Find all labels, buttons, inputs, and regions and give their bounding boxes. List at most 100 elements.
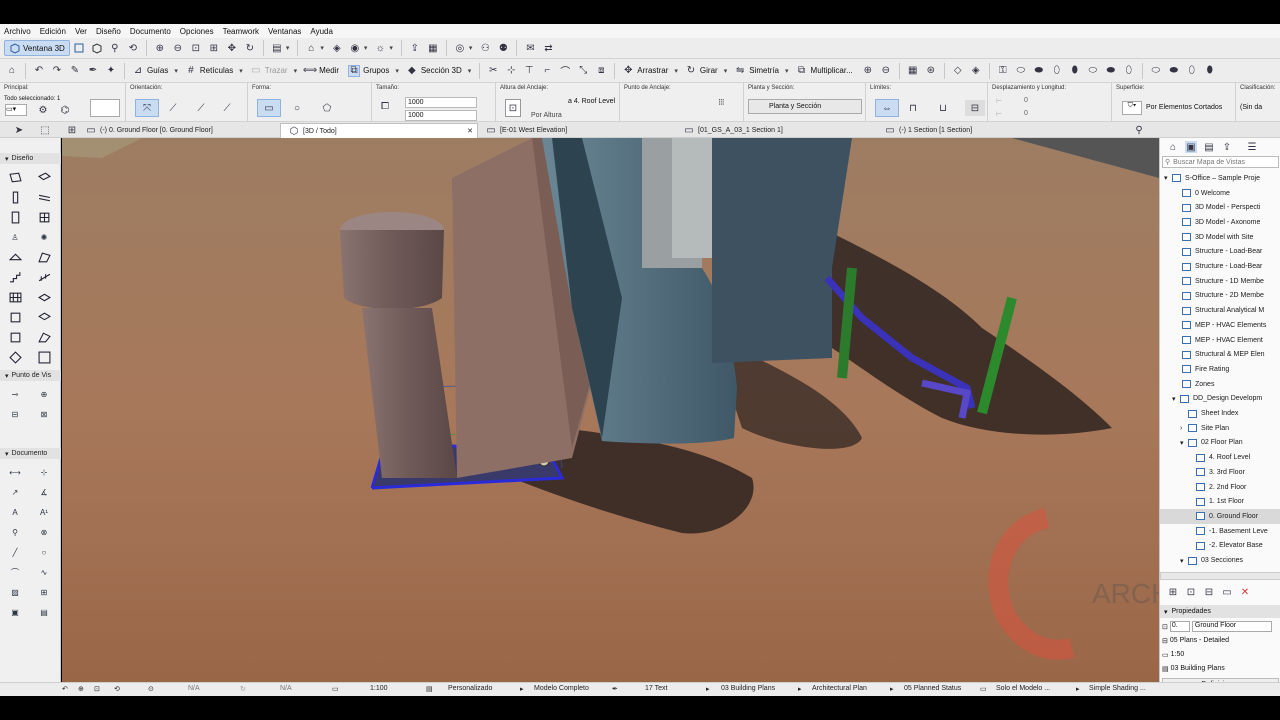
curtain-panel-tool-icon[interactable] <box>7 349 23 365</box>
tree-item[interactable]: 3D Model - Axonome <box>1160 215 1280 230</box>
tree-item[interactable]: ▾ 02 Floor Plan <box>1160 436 1280 451</box>
size-a-field[interactable]: 1000 <box>405 97 477 108</box>
morph-smooth-icon[interactable]: ⬬ <box>1105 65 1117 77</box>
pointer-tool-icon[interactable]: ➤ <box>13 124 25 136</box>
tree-item[interactable]: Structure - 1D Membe <box>1160 274 1280 289</box>
view-map-icon[interactable]: ▣ <box>1185 141 1197 153</box>
mirror-dropdown-icon[interactable]: ▾ <box>785 67 789 75</box>
window-3d-button[interactable]: Ventana 3D <box>4 40 70 56</box>
polygon-shape-icon[interactable]: ⬠ <box>321 102 333 114</box>
rotate-dropdown-icon[interactable]: ▾ <box>724 67 728 75</box>
anchor-height-icon[interactable]: ⊡ <box>505 99 521 117</box>
tree-item[interactable]: › Site Plan <box>1160 421 1280 436</box>
tree-item[interactable]: Structural Analytical M <box>1160 303 1280 318</box>
section3d-button[interactable]: Sección 3D <box>421 66 462 75</box>
label-tool-icon[interactable]: A¹ <box>36 504 52 520</box>
expand-icon[interactable]: ▾ <box>1164 174 1172 182</box>
offset-a-field[interactable]: 0 <box>1024 97 1028 104</box>
publish-icon[interactable]: ⇪ <box>409 42 421 54</box>
morph-icon[interactable]: ⬭ <box>1015 65 1027 77</box>
morph-pull-icon[interactable]: ⬯ <box>1051 65 1063 77</box>
3d-window-icon[interactable] <box>91 42 103 54</box>
message-icon[interactable]: ✉ <box>524 42 536 54</box>
menu-diseno[interactable]: Diseño <box>96 27 121 36</box>
shell-tool-icon[interactable] <box>36 249 52 265</box>
object-tool-icon[interactable]: ♙ <box>7 229 23 245</box>
menu-archivo[interactable]: Archivo <box>4 27 31 36</box>
expand-icon[interactable]: › <box>1180 425 1188 432</box>
skylight-tool-icon[interactable] <box>7 309 23 325</box>
menu-opciones[interactable]: Opciones <box>180 27 214 36</box>
beam-tool-icon[interactable] <box>36 189 52 205</box>
adjust-icon[interactable]: ⊹ <box>505 65 517 77</box>
renovation-icon[interactable]: ◈ <box>970 65 982 77</box>
fit-window-icon[interactable]: ⊡ <box>190 42 202 54</box>
new-folder-icon[interactable]: ⊞ <box>1167 586 1179 598</box>
tree-item-selected[interactable]: 0. Ground Floor <box>1160 509 1280 524</box>
menu-teamwork[interactable]: Teamwork <box>223 27 259 36</box>
drawing-tool-icon[interactable]: ▤ <box>36 604 52 620</box>
settings-icon[interactable]: ▭ <box>1221 586 1233 598</box>
model-view-icon[interactable]: ◇ <box>952 65 964 77</box>
tab-1-section[interactable]: ▭ (-) 1 Section [1 Section] <box>877 123 1073 138</box>
dimension-style[interactable]: Architectural Plan <box>812 685 867 692</box>
intersect-icon[interactable]: ⌐ <box>541 65 553 77</box>
door-tool-icon[interactable] <box>7 209 23 225</box>
redo-icon[interactable]: ↷ <box>51 65 63 77</box>
menu-ventanas[interactable]: Ventanas <box>268 27 301 36</box>
layers-dropdown-icon[interactable]: ▾ <box>286 44 290 52</box>
building-dropdown-icon[interactable]: ▾ <box>320 44 324 52</box>
measure-button[interactable]: Medir <box>319 66 339 75</box>
tree-item[interactable]: MEP - HVAC Element <box>1160 333 1280 348</box>
by-height-label[interactable]: Por Altura <box>531 112 562 119</box>
property-id-field[interactable]: 0. <box>1169 621 1190 632</box>
morph-curve-icon[interactable]: ⬭ <box>1087 65 1099 77</box>
tree-item[interactable]: -1. Basement Leve <box>1160 524 1280 539</box>
zoom-previous-icon[interactable]: ⊞ <box>208 42 220 54</box>
railing-tool-icon[interactable] <box>36 269 52 285</box>
wall-tool-icon[interactable] <box>7 169 23 185</box>
magic-wand-icon[interactable]: ✦ <box>105 65 117 77</box>
groups-button[interactable]: Grupos <box>363 66 389 75</box>
layout-icon[interactable]: ▦ <box>427 42 439 54</box>
home-icon[interactable]: ⌂ <box>6 65 18 77</box>
menu-edicion[interactable]: Edición <box>40 27 66 36</box>
stair-tool-icon[interactable] <box>7 269 23 285</box>
render-icon[interactable]: ◈ <box>331 42 343 54</box>
plan-view-selector[interactable] <box>90 99 120 117</box>
model-view-option[interactable]: Modelo Completo <box>534 685 589 692</box>
column-tool-icon[interactable] <box>7 189 23 205</box>
tree-item[interactable]: MEP - HVAC Elements <box>1160 318 1280 333</box>
zoom-in-icon[interactable]: ⊕ <box>78 685 84 693</box>
text-tool-icon[interactable]: A <box>7 504 23 520</box>
navigator-search[interactable]: ⚲ Buscar Mapa de Vistas <box>1162 156 1279 168</box>
zoom-in-icon[interactable]: ⊕ <box>154 42 166 54</box>
grids-button[interactable]: Retículas <box>200 66 233 75</box>
surface-picker[interactable]: ⛉▾ <box>1122 101 1142 115</box>
solid-union-icon[interactable]: ⬭ <box>1150 65 1162 77</box>
rotate-icon[interactable]: ↻ <box>240 685 246 693</box>
grids-dropdown-icon[interactable]: ▾ <box>239 67 243 75</box>
section3d-dropdown-icon[interactable]: ▾ <box>468 67 472 75</box>
tree-item[interactable]: 3. 3rd Floor <box>1160 465 1280 480</box>
property-name-field[interactable]: Ground Floor <box>1191 621 1272 632</box>
explore-icon[interactable]: ◉ <box>349 42 361 54</box>
navigator-menu-icon[interactable]: ☰ <box>1246 141 1258 153</box>
trace-button[interactable]: Trazar <box>265 66 288 75</box>
orientation-vertical-icon[interactable]: ⟋ <box>195 102 207 114</box>
mirror-button[interactable]: Simetría <box>749 66 779 75</box>
orientation-custom-icon[interactable]: ⟋ <box>221 102 233 114</box>
solid-split-icon[interactable]: ⬮ <box>1204 65 1216 77</box>
camera-icon[interactable]: ◎ <box>454 42 466 54</box>
level-dimension-tool-icon[interactable]: ⊹ <box>36 464 52 480</box>
zoom-icon[interactable]: ⊙ <box>148 685 154 693</box>
fit-icon[interactable]: ⊡ <box>94 685 100 693</box>
scale-value[interactable]: 1:100 <box>370 685 388 692</box>
tree-item[interactable]: -2. Elevator Base <box>1160 539 1280 554</box>
collaboration-icon[interactable]: ⚉ <box>497 42 509 54</box>
floor-plan-icon[interactable] <box>73 42 85 54</box>
renovation-filter[interactable]: 05 Planned Status <box>904 685 961 692</box>
solid-subtract-icon[interactable]: ⬬ <box>1168 65 1180 77</box>
trim-icon[interactable]: ⊤ <box>523 65 535 77</box>
zoom-fit-icon[interactable]: ⊖ <box>880 65 892 77</box>
